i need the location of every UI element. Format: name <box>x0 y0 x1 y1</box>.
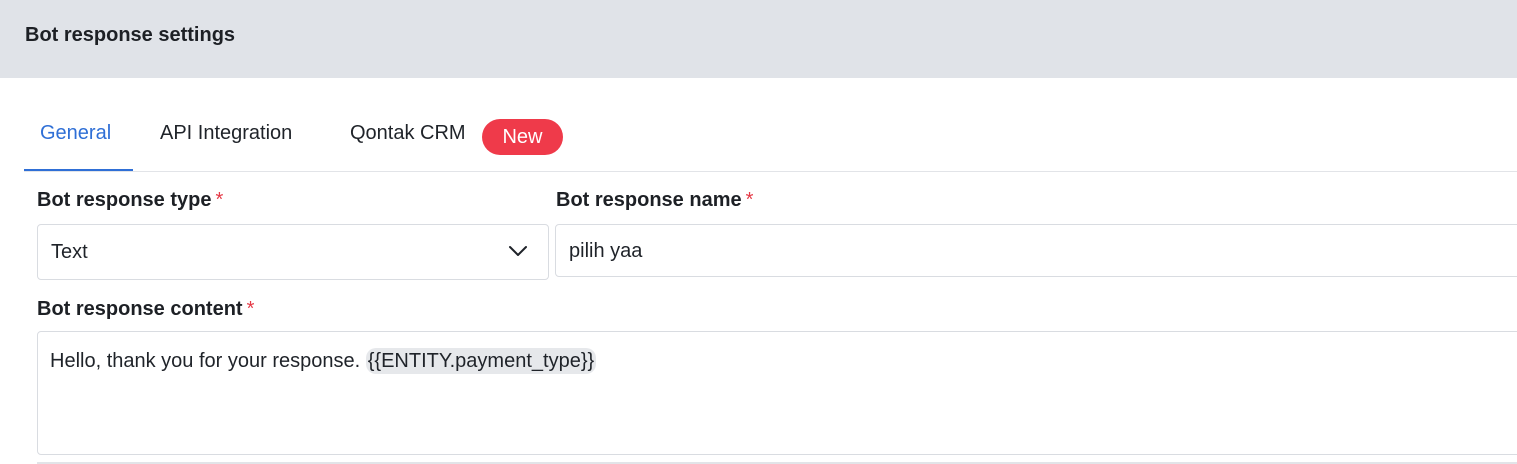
tab-api-integration[interactable]: API Integration <box>160 122 292 145</box>
bot-response-name-label-text: Bot response name <box>556 189 742 211</box>
bot-response-type-value: Text <box>51 241 88 263</box>
bot-response-type-label: Bot response type * <box>37 189 223 212</box>
bot-response-name-input[interactable]: pilih yaa <box>555 224 1517 277</box>
tab-bar: General API Integration Qontak CRM <box>0 78 1517 173</box>
bot-response-name-label: Bot response name * <box>556 189 753 212</box>
bot-response-name-value: pilih yaa <box>569 240 643 262</box>
bot-response-content-label: Bot response content * <box>37 298 254 321</box>
page-header: Bot response settings <box>0 0 1517 78</box>
bot-response-content-label-text: Bot response content <box>37 298 243 320</box>
tabs-divider <box>24 171 1517 172</box>
tab-general[interactable]: General <box>40 122 111 145</box>
bot-response-content-text: Hello, thank you for your response. {{EN… <box>50 348 597 374</box>
page-title: Bot response settings <box>25 24 236 46</box>
chevron-down-icon <box>509 246 527 256</box>
tab-qontak-crm[interactable]: Qontak CRM <box>350 122 466 145</box>
new-badge: New <box>482 119 563 155</box>
bot-response-content-editor[interactable]: Hello, thank you for your response. {{EN… <box>37 331 1517 455</box>
required-marker: * <box>246 298 255 320</box>
bot-response-type-label-text: Bot response type <box>37 189 212 211</box>
content-plain-text: Hello, thank you for your response. <box>50 350 366 372</box>
entity-chip[interactable]: {{ENTITY.payment_type}} <box>365 348 597 374</box>
required-marker: * <box>745 189 754 211</box>
bot-response-type-select[interactable]: Text <box>37 224 549 280</box>
required-marker: * <box>215 189 224 211</box>
